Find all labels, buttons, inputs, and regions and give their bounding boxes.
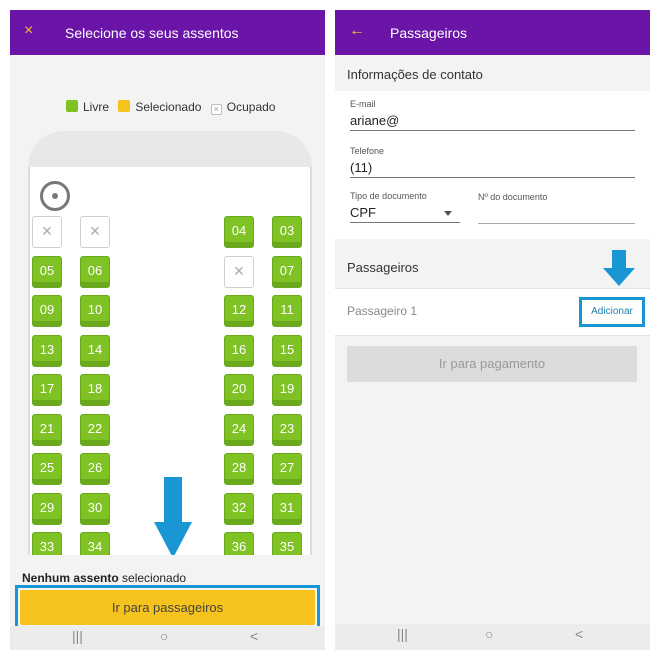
selection-status-bold: Nenhum assento	[22, 571, 119, 585]
seat-09[interactable]: 09	[32, 295, 62, 327]
selected-swatch-icon	[118, 100, 131, 112]
add-passenger-button[interactable]: Adicionar	[579, 297, 645, 327]
passengers-screen: ← Passageiros Informações de contato E-m…	[335, 10, 650, 650]
recents-icon[interactable]: |||	[72, 628, 83, 644]
go-to-passengers-button[interactable]: Ir para passageiros	[20, 590, 315, 625]
email-label: E-mail	[350, 99, 376, 109]
seat-12[interactable]: 12	[224, 295, 254, 327]
email-field[interactable]: E-mail ariane@	[350, 99, 635, 131]
document-type-value: CPF	[350, 205, 376, 220]
seat-26[interactable]: 26	[80, 453, 110, 485]
contact-section-title: Informações de contato	[347, 67, 483, 82]
recents-icon[interactable]: |||	[397, 626, 408, 642]
seat-22[interactable]: 22	[80, 413, 110, 446]
home-icon[interactable]: ○	[485, 626, 493, 642]
system-nav-bar: ||| ○ <	[335, 624, 650, 650]
back-icon[interactable]: <	[575, 626, 583, 642]
seat-21[interactable]: 21	[32, 413, 62, 446]
seat-03[interactable]: 03	[272, 216, 302, 248]
seat-27[interactable]: 27	[272, 453, 302, 485]
back-icon[interactable]: <	[250, 628, 258, 644]
seat-25[interactable]: 25	[32, 453, 62, 485]
seat-11[interactable]: 11	[272, 295, 302, 327]
dropdown-icon	[444, 211, 452, 216]
legend-free: Livre	[83, 100, 110, 114]
seat-31[interactable]: 31	[272, 492, 302, 525]
occupied-seat-icon: ×	[80, 216, 110, 248]
seat-17[interactable]: 17	[32, 374, 62, 406]
document-number-label: Nº do documento	[478, 192, 548, 202]
seat-30[interactable]: 30	[80, 492, 110, 525]
back-arrow-icon[interactable]: ←	[349, 22, 365, 40]
passenger-row: Passageiro 1 Adicionar	[335, 288, 650, 336]
seat-32[interactable]: 32	[224, 492, 254, 525]
occupied-swatch-icon: ×	[210, 104, 222, 115]
page-title: Selecione os seus assentos	[65, 25, 239, 41]
contact-section-header: Informações de contato	[335, 55, 650, 95]
page-title: Passageiros	[390, 25, 468, 41]
passengers-section-title: Passageiros	[347, 260, 419, 275]
document-type-label: Tipo de documento	[350, 191, 427, 201]
seat-19[interactable]: 19	[272, 374, 302, 406]
seat-15[interactable]: 15	[272, 334, 302, 367]
seat-05[interactable]: 05	[32, 255, 62, 288]
seat-04[interactable]: 04	[224, 216, 254, 248]
document-number-field[interactable]: Nº do documento	[478, 192, 635, 224]
app-bar: × Selecione os seus assentos	[10, 10, 325, 55]
seat-16[interactable]: 16	[224, 334, 254, 367]
steering-wheel-icon	[40, 181, 70, 211]
seat-selection-screen: × Selecione os seus assentos Livre Selec…	[10, 10, 325, 650]
selection-status: Nenhum assento selecionado	[22, 571, 186, 585]
home-icon[interactable]: ○	[160, 628, 168, 644]
seat-23[interactable]: 23	[272, 413, 302, 446]
seat-legend: Livre Selecionado × Ocupado	[66, 100, 281, 115]
bus-front	[28, 131, 312, 167]
go-to-payment-button[interactable]: Ir para pagamento	[347, 346, 637, 382]
seat-14[interactable]: 14	[80, 334, 110, 367]
seat-29[interactable]: 29	[32, 492, 62, 525]
legend-selected: Selecionado	[135, 100, 202, 114]
seat-24[interactable]: 24	[224, 413, 254, 446]
phone-value[interactable]: (11)	[350, 160, 635, 175]
email-value[interactable]: ariane@	[350, 113, 635, 128]
legend-occupied: Ocupado	[226, 100, 276, 114]
document-type-select[interactable]: Tipo de documento CPF	[350, 191, 460, 223]
seat-10[interactable]: 10	[80, 295, 110, 327]
occupied-seat-icon: ×	[32, 216, 62, 248]
occupied-seat-icon: ×	[224, 255, 254, 288]
seat-06[interactable]: 06	[80, 255, 110, 288]
contact-form: E-mail ariane@ Telefone (11) Tipo de doc…	[335, 91, 650, 239]
selection-status-rest: selecionado	[122, 571, 187, 585]
seat-13[interactable]: 13	[32, 334, 62, 367]
passenger-name: Passageiro 1	[347, 304, 418, 318]
cta-highlight: Ir para passageiros	[15, 585, 320, 630]
close-icon[interactable]: ×	[24, 22, 33, 40]
seat-28[interactable]: 28	[224, 453, 254, 485]
free-swatch-icon	[66, 100, 78, 112]
seat-18[interactable]: 18	[80, 374, 110, 406]
system-nav-bar: ||| ○ <	[10, 626, 325, 650]
phone-field[interactable]: Telefone (11)	[350, 146, 635, 178]
phone-label: Telefone	[350, 146, 385, 156]
seat-20[interactable]: 20	[224, 374, 254, 406]
seat-07[interactable]: 07	[272, 255, 302, 288]
app-bar: ← Passageiros	[335, 10, 650, 55]
